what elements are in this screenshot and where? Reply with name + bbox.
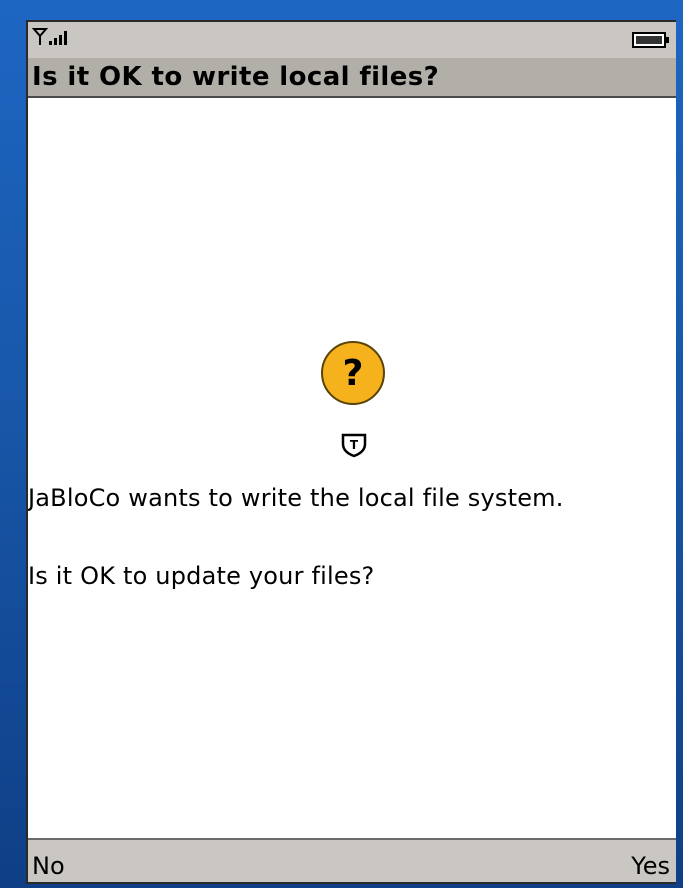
signal-strength-icon [32, 28, 67, 45]
dialog-title-bar: Is it OK to write local files? [28, 58, 676, 98]
phone-screen: Is it OK to write local files? ? T JaBlo… [26, 20, 676, 884]
dialog-title: Is it OK to write local files? [32, 62, 440, 92]
svg-text:T: T [350, 438, 359, 452]
dialog-message-line1: JaBloCo wants to write the local file sy… [28, 484, 564, 512]
battery-icon [632, 32, 669, 48]
dialog-content: ? T JaBloCo wants to write the local fil… [28, 98, 676, 838]
dialog-message-line2: Is it OK to update your files? [28, 562, 375, 590]
no-button[interactable]: No [32, 852, 65, 880]
question-icon: ? [321, 341, 385, 405]
status-bar [28, 22, 676, 58]
yes-button[interactable]: Yes [631, 852, 670, 880]
softkey-bar: No Yes [28, 838, 676, 882]
svg-text:?: ? [343, 353, 364, 394]
trusted-shield-icon: T [341, 433, 367, 458]
